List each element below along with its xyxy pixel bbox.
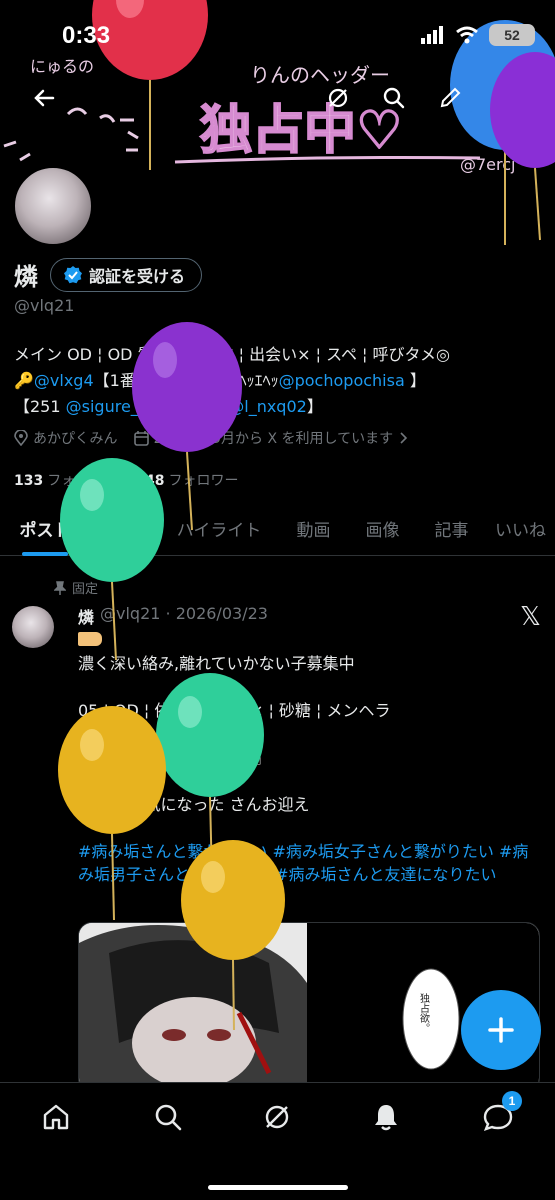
post-line-2: 05 ¦ OD ¦ 依存 ¦ 出会い× ¦ 砂糖 ¦ メンヘラ [78, 701, 391, 720]
followers-count: 148 [135, 473, 165, 489]
status-time: 0:33 [62, 22, 111, 49]
tab-replies[interactable]: 返信 [90, 508, 159, 555]
bio-line-3: 【251 @sigure__56】【弟子 @l_nxq02】 [14, 394, 544, 420]
status-indicators: 52 [421, 24, 535, 46]
bio-line-1: メイン OD ¦ OD 質問聞けます ¦ 出会い× ¦ スペ ¦ 呼びタメ◎ [14, 345, 451, 364]
bell-icon [375, 1105, 397, 1131]
followers-link[interactable]: 148 フォロワー [135, 470, 238, 490]
bio-text: 【251 [14, 397, 66, 416]
profile-avatar[interactable] [12, 165, 94, 247]
x-logo-icon: 𝕏 [520, 602, 541, 632]
location-text: あかぴくみん [33, 431, 118, 447]
profile-handle: @vlq21 [14, 296, 75, 315]
no-signal-icon [328, 88, 348, 108]
nav-home[interactable] [34, 1095, 78, 1139]
bio-link-pochopochisa[interactable]: @pochopochisa [279, 371, 405, 390]
post-hashtags[interactable]: #病み垢さんと繋がりたい #病み垢女子さんと繋がりたい #病み垢男子さんと繋がり… [78, 840, 540, 886]
followers-label: フォロワー [168, 473, 239, 489]
search-icon [383, 87, 405, 109]
bio-link-sigure[interactable]: @sigure__56 [66, 397, 168, 416]
tab-posts[interactable]: ポスト [0, 508, 90, 556]
wifi-icon [456, 26, 478, 44]
joined-text: 2022 年 9月から X を利用しています [153, 431, 394, 447]
tab-videos[interactable]: 動画 [279, 508, 348, 555]
header-nav [0, 78, 555, 120]
cellular-signal-icon [421, 26, 443, 44]
status-bar: 0:33 52 [0, 0, 555, 70]
post-handle-date: @vlq21 · 2026/03/23 [100, 604, 268, 623]
back-icon [34, 89, 55, 107]
following-label: フォロー中 [47, 473, 118, 489]
post-line-3: 『ずっと一緒に居ようね』 [78, 748, 271, 767]
key-emoji: 🔑 [14, 371, 34, 390]
image-bubble-text: 独占欲。 [418, 992, 430, 1033]
get-verified-button[interactable]: 認証を受ける [50, 257, 203, 292]
battery-indicator: 52 [489, 24, 535, 46]
calendar-icon [133, 430, 149, 446]
profile-bio: メイン OD ¦ OD 質問聞けます ¦ 出会い× ¦ スペ ¦ 呼びタメ◎ 🔑… [14, 342, 544, 420]
no-signal-button[interactable] [318, 78, 358, 118]
edit-button[interactable] [430, 78, 470, 118]
bio-link-7ercj[interactable]: @7ercj [141, 371, 197, 390]
following-link[interactable]: 133 フォロー中 [14, 470, 117, 490]
tab-highlights[interactable]: ハイライト [159, 508, 279, 555]
following-count: 133 [14, 473, 44, 489]
name-row: 燐 認証を受ける [14, 257, 203, 292]
location-icon [14, 430, 28, 446]
tab-images[interactable]: 画像 [348, 508, 417, 555]
profile-tabs: ポスト 返信 ハイライト 動画 画像 記事 いいね [0, 508, 555, 556]
bio-link-vlxg4[interactable]: @vlxg4 [34, 371, 94, 390]
bio-text: 】 [404, 371, 426, 390]
pinned-indicator: 固定 [54, 578, 98, 597]
bio-text: 】【弟子 [167, 397, 229, 416]
edit-icon [440, 87, 461, 108]
grok-icon [265, 1105, 289, 1129]
location: あかぴくみん [14, 428, 118, 448]
post-body: 濃く深い絡み,離れていかない子募集中 05 ¦ OD ¦ 依存 ¦ 出会い× ¦… [78, 652, 540, 886]
post-line-1: 濃く深い絡み,離れていかない子募集中 [78, 654, 355, 673]
search-button[interactable] [374, 78, 414, 118]
nav-notifications[interactable] [364, 1095, 408, 1139]
post-avatar[interactable] [12, 606, 54, 648]
pin-icon [54, 580, 66, 595]
joined-date[interactable]: 2022 年 9月から X を利用しています [133, 428, 409, 448]
messages-badge: 1 [502, 1091, 522, 1111]
tag-emoji [78, 632, 102, 646]
bottom-nav: 1 [0, 1082, 555, 1200]
bio-text: 】【 ｴﾍｯｴﾍｯ [196, 371, 279, 390]
home-icon [43, 1104, 69, 1130]
verified-icon [64, 265, 82, 283]
search-icon [155, 1104, 182, 1131]
get-verified-label: 認証を受ける [89, 266, 186, 286]
chevron-right-icon [400, 432, 408, 444]
post-line-4: ♡orRTで気になった さんお迎え [78, 795, 310, 814]
nav-search[interactable] [146, 1095, 190, 1139]
profile-meta: あかぴくみん 2022 年 9月から X を利用しています [14, 428, 408, 448]
bio-text: 【1番 [93, 371, 141, 390]
post-header: 燐 @vlq21 · 2026/03/23 [78, 604, 268, 628]
nav-messages[interactable]: 1 [476, 1091, 522, 1139]
plus-icon [488, 1017, 514, 1043]
bio-text: 】 [306, 397, 323, 416]
bio-link-nxq02[interactable]: @l_nxq02 [228, 397, 307, 416]
follow-counts: 133 フォロー中 148 フォロワー [14, 470, 238, 490]
home-indicator [208, 1185, 348, 1190]
post-author[interactable]: 燐 [78, 604, 94, 628]
tab-articles[interactable]: 記事 [417, 508, 486, 555]
compose-post-button[interactable] [461, 990, 541, 1070]
bio-line-2: 🔑@vlxg4【1番 @7ercj 】【 ｴﾍｯｴﾍｯ@pochopochisa… [14, 368, 544, 394]
pinned-label: 固定 [72, 582, 99, 597]
display-name: 燐 [14, 263, 38, 291]
back-button[interactable] [24, 78, 64, 118]
tab-likes[interactable]: いいね [486, 508, 555, 555]
nav-grok[interactable] [255, 1095, 299, 1139]
